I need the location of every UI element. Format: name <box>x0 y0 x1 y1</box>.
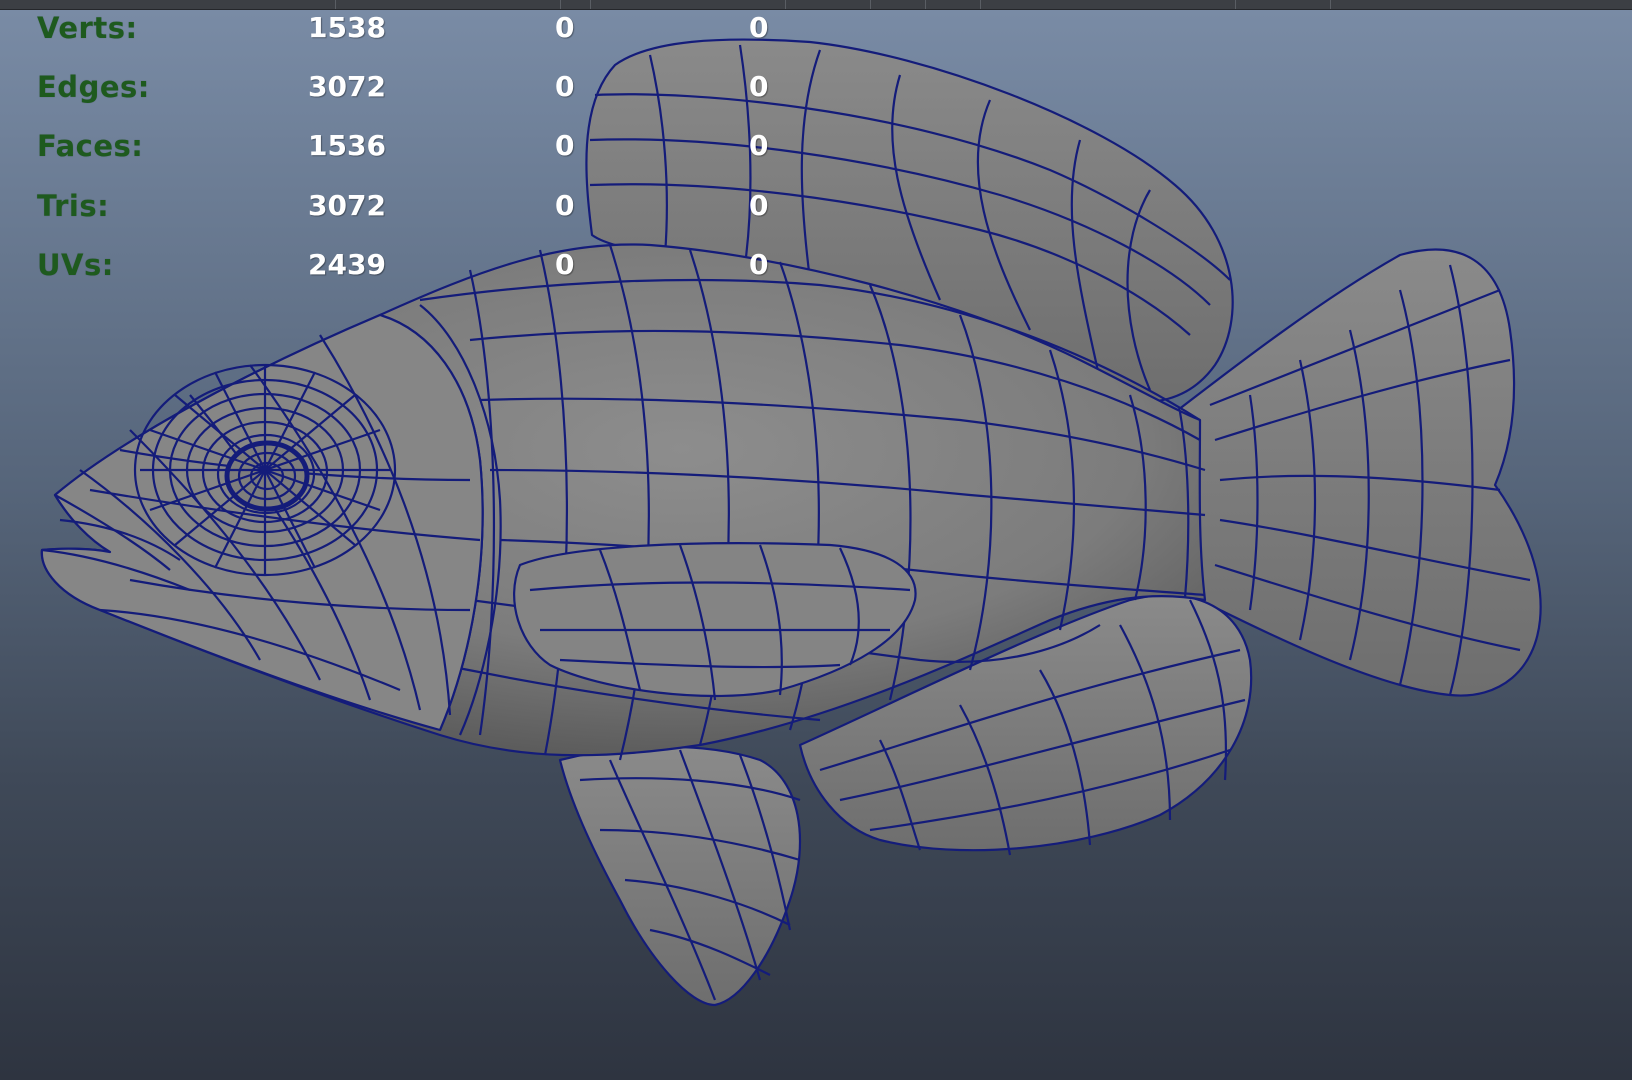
hud-label: Edges: <box>37 70 150 104</box>
hud-value-selected: 0 <box>555 129 575 162</box>
poly-count-hud: Verts: 1538 0 0 Edges: 3072 0 0 Faces: 1… <box>0 0 800 300</box>
hud-value-selected: 0 <box>555 11 575 44</box>
hud-row-uvs: UVs: 2439 0 0 <box>0 245 800 285</box>
pelvic-fin <box>558 745 802 1007</box>
hud-value: 1536 <box>308 129 386 162</box>
hud-row-faces: Faces: 1536 0 0 <box>0 126 800 166</box>
hud-label: Verts: <box>37 11 138 45</box>
hud-label: Faces: <box>37 129 144 163</box>
hud-value-selected: 0 <box>555 248 575 281</box>
hud-value: 1538 <box>308 11 386 44</box>
hud-row-edges: Edges: 3072 0 0 <box>0 67 800 107</box>
hud-label: UVs: <box>37 248 114 282</box>
hud-value-selected: 0 <box>555 70 575 103</box>
hud-label: Tris: <box>37 189 110 223</box>
3d-viewport[interactable]: Verts: 1538 0 0 Edges: 3072 0 0 Faces: 1… <box>0 0 1632 1080</box>
hud-value: 3072 <box>308 189 386 222</box>
hud-row-verts: Verts: 1538 0 0 <box>0 8 800 48</box>
hud-row-tris: Tris: 3072 0 0 <box>0 186 800 226</box>
hud-value-uv: 0 <box>749 11 769 44</box>
hud-value-uv: 0 <box>749 248 769 281</box>
hud-value: 3072 <box>308 70 386 103</box>
hud-value-uv: 0 <box>749 70 769 103</box>
hud-value-selected: 0 <box>555 189 575 222</box>
hud-value-uv: 0 <box>749 189 769 222</box>
hud-value-uv: 0 <box>749 129 769 162</box>
hud-value: 2439 <box>308 248 386 281</box>
